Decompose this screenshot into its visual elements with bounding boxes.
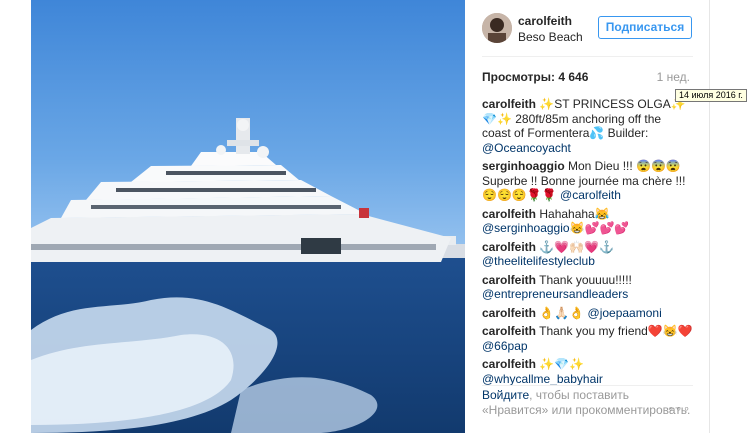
avatar[interactable] [482,13,512,43]
comment-emoji: 😸💕💕💕 [569,221,630,235]
comment: carolfeith Thank you my friend❤️😸❤️ @66p… [482,324,693,353]
comment-username[interactable]: carolfeith [482,273,536,287]
yacht-photo [31,0,465,433]
divider [482,385,693,386]
comment-username[interactable]: carolfeith [482,306,536,320]
comment-username[interactable]: carolfeith [482,357,536,371]
mention-link[interactable]: @66pap [482,339,528,353]
mention-link[interactable]: @serginhoaggio [482,221,570,235]
comment-text: ⚓💗🙌🏻💗⚓ [536,239,615,254]
mention-link[interactable]: @joepaamoni [588,306,662,320]
mention-link[interactable]: @Oceancoyacht [482,141,571,155]
comment-text: 👌🙏🏻👌 [536,305,588,320]
login-link[interactable]: Войдите [482,388,529,402]
post-side-panel: carolfeith Beso Beach Подписаться Просмо… [465,0,710,433]
location[interactable]: Beso Beach [518,30,583,44]
comment-text: Thank youuuu!!!!! [536,272,632,287]
comment-username[interactable]: carolfeith [482,240,536,254]
comment-username[interactable]: carolfeith [482,324,536,338]
comment-username[interactable]: carolfeith [482,207,536,221]
comment: carolfeith ✨💎✨ @whycallme_babyhair [482,357,693,385]
comment: carolfeith ⚓💗🙌🏻💗⚓ @theelitelifestyleclub [482,240,693,269]
more-options-icon[interactable]: ∘∘∘ [667,402,691,415]
comment: carolfeith 👌🙏🏻👌 @joepaamoni [482,306,693,321]
comment-text: Hahahaha😹 [536,206,610,221]
comment-username[interactable]: serginhoaggio [482,159,565,173]
mention-link[interactable]: @carolfeith [560,188,621,202]
divider [482,56,693,57]
username[interactable]: carolfeith [518,14,572,28]
mention-link[interactable]: @whycallme_babyhair [482,372,603,386]
mention-link[interactable]: @entrepreneursandleaders [482,287,628,301]
post-header: carolfeith Beso Beach Подписаться [465,0,710,56]
comment-username[interactable]: carolfeith [482,97,536,111]
mention-link[interactable]: @theelitelifestyleclub [482,254,595,268]
comment-text: ✨💎✨ [536,357,585,371]
comment-text: Thank you my friend❤️😸❤️ [536,324,693,338]
comment: carolfeith Thank youuuu!!!!! @entreprene… [482,273,693,302]
login-prompt: Войдите, чтобы поставить «Нравится» или … [482,388,693,417]
post-age[interactable]: 1 нед. [657,70,690,84]
follow-button[interactable]: Подписаться [598,16,692,39]
date-tooltip: 14 июля 2016 г. [675,89,747,102]
views-count: Просмотры: 4 646 [482,70,589,84]
avatar-icon [482,13,512,43]
comments-list: carolfeith ✨ST PRINCESS OLGA✨💎✨ 280ft/85… [482,97,693,385]
comment: carolfeith Hahahaha😹 @serginhoaggio😸💕💕💕 [482,207,693,236]
comment: carolfeith ✨ST PRINCESS OLGA✨💎✨ 280ft/85… [482,97,693,155]
comment: serginhoaggio Mon Dieu !!! 😨😨😨 Superbe !… [482,159,693,203]
post-photo[interactable] [31,0,465,433]
